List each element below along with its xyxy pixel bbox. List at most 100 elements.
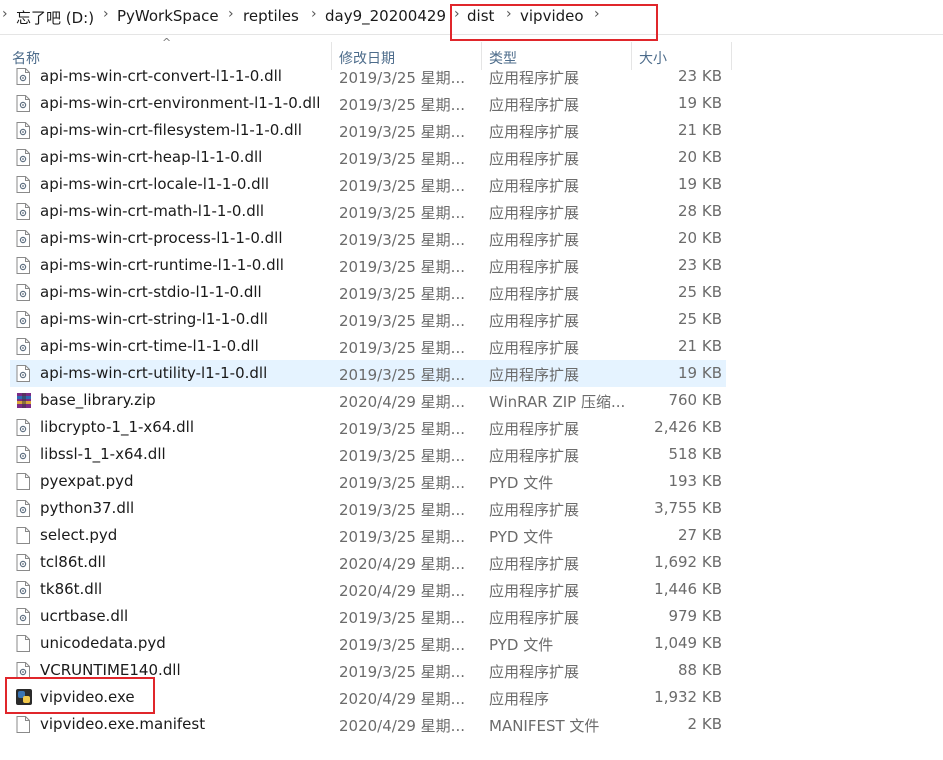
file-type: 应用程序扩展 — [489, 339, 580, 357]
dll-file-icon — [16, 284, 30, 301]
dll-file-icon — [16, 122, 30, 139]
file-row[interactable]: select.pyd 2019/3/25 星期... PYD 文件 27 KB — [10, 522, 726, 549]
file-type: 应用程序扩展 — [489, 582, 580, 600]
breadcrumb-drive[interactable]: 忘了吧 (D:) — [16, 7, 94, 28]
file-type: 应用程序扩展 — [489, 420, 580, 438]
breadcrumb-day9[interactable]: day9_20200429 — [325, 7, 446, 25]
chevron-right-icon[interactable]: › — [2, 6, 8, 22]
file-row[interactable]: api-ms-win-crt-heap-l1-1-0.dll 2019/3/25 … — [10, 144, 726, 171]
file-size: 979 KB — [668, 607, 722, 625]
dll-file-icon — [16, 554, 30, 571]
dll-file-icon — [16, 581, 30, 598]
sort-ascending-icon: ^ — [162, 36, 172, 49]
breadcrumb-dist[interactable]: dist — [467, 7, 494, 25]
file-type: MANIFEST 文件 — [489, 717, 600, 735]
file-row[interactable]: vipvideo.exe.manifest 2020/4/29 星期... MANI… — [10, 711, 726, 738]
file-row[interactable]: api-ms-win-crt-convert-l1-1-0.dll 2019/3/… — [10, 63, 726, 90]
dll-file-icon — [16, 338, 30, 355]
blank-file-icon — [16, 473, 30, 490]
file-type: 应用程序扩展 — [489, 96, 580, 114]
breadcrumb-reptiles[interactable]: reptiles — [243, 7, 299, 25]
file-type: 应用程序扩展 — [489, 312, 580, 330]
dll-file-icon — [16, 68, 30, 85]
file-row[interactable]: api-ms-win-crt-filesystem-l1-1-0.dll 2019… — [10, 117, 726, 144]
chevron-right-icon[interactable]: › — [454, 6, 460, 22]
file-row[interactable]: api-ms-win-crt-process-l1-1-0.dll 2019/3/… — [10, 225, 726, 252]
file-row[interactable]: api-ms-win-crt-math-l1-1-0.dll 2019/3/25 … — [10, 198, 726, 225]
file-size: 21 KB — [678, 121, 722, 139]
file-date: 2019/3/25 星期... — [339, 447, 465, 465]
file-row[interactable]: api-ms-win-crt-string-l1-1-0.dll 2019/3/2… — [10, 306, 726, 333]
dll-file-icon — [16, 419, 30, 436]
file-row[interactable]: api-ms-win-crt-time-l1-1-0.dll 2019/3/25 … — [10, 333, 726, 360]
file-name: VCRUNTIME140.dll — [40, 661, 181, 679]
chevron-right-icon[interactable]: › — [594, 6, 600, 22]
file-date: 2019/3/25 星期... — [339, 123, 465, 141]
file-name: api-ms-win-crt-filesystem-l1-1-0.dll — [40, 121, 302, 139]
dll-file-icon — [16, 311, 30, 328]
dll-file-icon — [16, 365, 30, 382]
file-date: 2019/3/25 星期... — [339, 150, 465, 168]
file-size: 2,426 KB — [654, 418, 722, 436]
file-size: 25 KB — [678, 310, 722, 328]
file-row[interactable]: libcrypto-1_1-x64.dll 2019/3/25 星期... 应用程序… — [10, 414, 726, 441]
file-date: 2019/3/25 星期... — [339, 258, 465, 276]
dll-file-icon — [16, 446, 30, 463]
file-type: PYD 文件 — [489, 474, 554, 492]
breadcrumb-vipvideo[interactable]: vipvideo — [520, 7, 584, 25]
file-type: PYD 文件 — [489, 528, 554, 546]
file-row[interactable]: api-ms-win-crt-stdio-l1-1-0.dll 2019/3/25… — [10, 279, 726, 306]
breadcrumb-pyworkspace[interactable]: PyWorkSpace — [117, 7, 219, 25]
file-row[interactable]: vipvideo.exe 2020/4/29 星期... 应用程序 1,932 KB — [10, 684, 726, 711]
file-date: 2019/3/25 星期... — [339, 177, 465, 195]
file-size: 20 KB — [678, 229, 722, 247]
file-date: 2019/3/25 星期... — [339, 231, 465, 249]
file-name: api-ms-win-crt-utility-l1-1-0.dll — [40, 364, 268, 382]
file-date: 2019/3/25 星期... — [339, 474, 465, 492]
file-name: tcl86t.dll — [40, 553, 106, 571]
file-date: 2020/4/29 星期... — [339, 393, 465, 411]
file-row[interactable]: ucrtbase.dll 2019/3/25 星期... 应用程序扩展 979 KB — [10, 603, 726, 630]
column-divider[interactable] — [731, 42, 732, 70]
file-size: 28 KB — [678, 202, 722, 220]
file-row[interactable]: api-ms-win-crt-locale-l1-1-0.dll 2019/3/2… — [10, 171, 726, 198]
file-row[interactable]: pyexpat.pyd 2019/3/25 星期... PYD 文件 193 KB — [10, 468, 726, 495]
dll-file-icon — [16, 500, 30, 517]
chevron-right-icon[interactable]: › — [228, 6, 234, 22]
file-row[interactable]: base_library.zip 2020/4/29 星期... WinRAR ZI… — [10, 387, 726, 414]
file-row[interactable]: api-ms-win-crt-runtime-l1-1-0.dll 2019/3/… — [10, 252, 726, 279]
file-name: api-ms-win-crt-process-l1-1-0.dll — [40, 229, 283, 247]
file-date: 2019/3/25 星期... — [339, 528, 465, 546]
file-type: 应用程序扩展 — [489, 285, 580, 303]
file-date: 2020/4/29 星期... — [339, 717, 465, 735]
file-type: 应用程序扩展 — [489, 555, 580, 573]
file-row[interactable]: unicodedata.pyd 2019/3/25 星期... PYD 文件 1,04… — [10, 630, 726, 657]
chevron-right-icon[interactable]: › — [103, 6, 109, 22]
blank-file-icon — [16, 527, 30, 544]
file-name: select.pyd — [40, 526, 118, 544]
file-size: 27 KB — [678, 526, 722, 544]
file-row[interactable]: VCRUNTIME140.dll 2019/3/25 星期... 应用程序扩展 88 … — [10, 657, 726, 684]
chevron-right-icon[interactable]: › — [311, 6, 317, 22]
dll-file-icon — [16, 662, 30, 679]
file-date: 2019/3/25 星期... — [339, 285, 465, 303]
address-bar[interactable]: › 忘了吧 (D:) › PyWorkSpace › reptiles › da… — [0, 0, 943, 35]
file-row[interactable]: api-ms-win-crt-utility-l1-1-0.dll 2019/3/… — [10, 360, 726, 387]
file-row[interactable]: libssl-1_1-x64.dll 2019/3/25 星期... 应用程序扩展 5… — [10, 441, 726, 468]
file-type: PYD 文件 — [489, 636, 554, 654]
file-date: 2019/3/25 星期... — [339, 204, 465, 222]
blank-file-icon — [16, 635, 30, 652]
file-date: 2020/4/29 星期... — [339, 690, 465, 708]
chevron-right-icon[interactable]: › — [506, 6, 512, 22]
file-row[interactable]: tcl86t.dll 2020/4/29 星期... 应用程序扩展 1,692 KB — [10, 549, 726, 576]
file-name: unicodedata.pyd — [40, 634, 166, 652]
file-row[interactable]: api-ms-win-crt-environment-l1-1-0.dll 201… — [10, 90, 726, 117]
file-name: python37.dll — [40, 499, 135, 517]
file-size: 1,692 KB — [654, 553, 722, 571]
file-type: 应用程序扩展 — [489, 447, 580, 465]
file-size: 19 KB — [678, 364, 722, 382]
file-row[interactable]: tk86t.dll 2020/4/29 星期... 应用程序扩展 1,446 KB — [10, 576, 726, 603]
file-row[interactable]: python37.dll 2019/3/25 星期... 应用程序扩展 3,755 K… — [10, 495, 726, 522]
file-size: 21 KB — [678, 337, 722, 355]
file-name: api-ms-win-crt-stdio-l1-1-0.dll — [40, 283, 262, 301]
